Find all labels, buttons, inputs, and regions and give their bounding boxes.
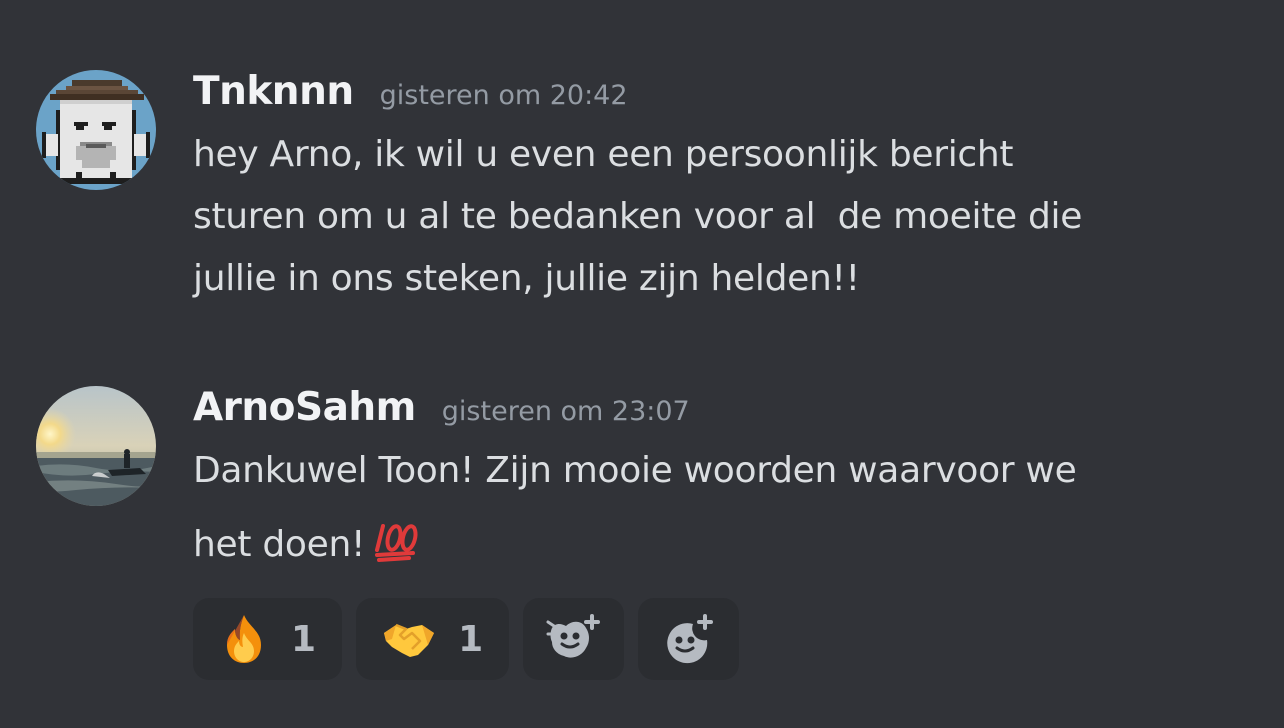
reaction-count: 1 (458, 618, 484, 660)
message-header: ArnoSahm gisteren om 23:07 (193, 376, 1253, 440)
jetski-sunset-photo-icon (36, 386, 156, 506)
message-line: het doen! (193, 524, 366, 565)
timestamp: gisteren om 23:07 (441, 396, 690, 427)
message-line: Dankuwel Toon! Zijn mooie woorden waarvo… (193, 450, 1077, 491)
add-reaction-button[interactable] (638, 598, 740, 680)
reaction-count: 1 (291, 618, 317, 660)
message-header: Tnknnn gisteren om 20:42 (193, 60, 1253, 124)
message-content: ArnoSahm gisteren om 23:07 Dankuwel Toon… (193, 376, 1253, 588)
message-line: sturen om u al te bedanken voor al de mo… (193, 196, 1083, 237)
reaction-handshake[interactable]: 1 (356, 598, 510, 680)
message-text: Dankuwel Toon! Zijn mooie woorden waarvo… (193, 434, 1253, 588)
avatar[interactable] (36, 386, 156, 506)
username[interactable]: ArnoSahm (193, 384, 416, 432)
add-reaction-icon (666, 614, 713, 664)
avatar[interactable] (36, 70, 156, 190)
reactions-bar: 1 1 (193, 598, 740, 680)
pixel-ghost-avatar-icon (36, 70, 156, 190)
message-content: Tnknnn gisteren om 20:42 hey Arno, ik wi… (193, 60, 1253, 310)
hundred-points-icon (373, 514, 421, 588)
message-line: hey Arno, ik wil u even een persoonlijk … (193, 134, 1014, 175)
handshake-icon (384, 623, 435, 657)
username[interactable]: Tnknnn (193, 68, 354, 116)
timestamp: gisteren om 20:42 (379, 80, 628, 111)
add-super-reaction-icon (546, 614, 600, 658)
fire-icon (227, 615, 261, 663)
message-line: jullie in ons steken, jullie zijn helden… (193, 258, 860, 299)
chat-view: Tnknnn gisteren om 20:42 hey Arno, ik wi… (0, 0, 1284, 728)
message-text: hey Arno, ik wil u even een persoonlijk … (193, 124, 1253, 310)
reaction-fire[interactable]: 1 (193, 598, 343, 680)
add-super-reaction-button[interactable] (523, 598, 625, 680)
